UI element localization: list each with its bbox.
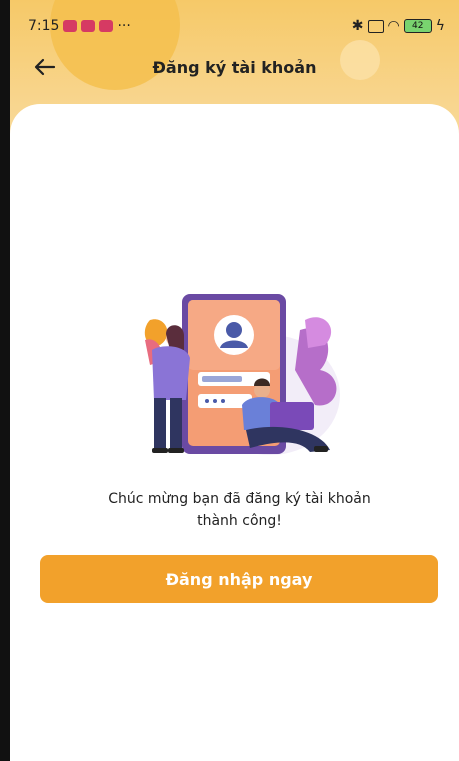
notification-icon xyxy=(63,20,78,32)
top-bar: Đăng ký tài khoản xyxy=(30,50,439,84)
battery-icon: 42 xyxy=(403,19,432,33)
page-title: Đăng ký tài khoản xyxy=(152,57,317,77)
status-bar: 7:15 ··· ✱ ◠ 42 ϟ xyxy=(28,14,445,38)
success-message-line1: Chúc mừng bạn đã đăng ký tài khoản xyxy=(108,491,371,507)
success-message: Chúc mừng bạn đã đăng ký tài khoản thành… xyxy=(90,488,389,532)
bluetooth-icon: ✱ xyxy=(351,18,364,34)
charging-icon: ϟ xyxy=(435,18,445,34)
more-notifications: ··· xyxy=(117,18,131,34)
notification-icon xyxy=(81,20,96,32)
sim-icon xyxy=(367,19,384,33)
login-now-button[interactable]: Đăng nhập ngay xyxy=(40,555,438,603)
registration-illustration xyxy=(144,294,340,455)
device-edge xyxy=(0,0,10,761)
wifi-icon: ◠ xyxy=(387,18,400,34)
app-screen: 7:15 ··· ✱ ◠ 42 ϟ Đăng ký tài khoản Chúc… xyxy=(0,0,459,761)
status-time: 7:15 xyxy=(28,18,60,34)
status-right: ✱ ◠ 42 ϟ xyxy=(352,18,445,34)
status-left: 7:15 ··· xyxy=(28,18,131,34)
success-message-line2: thành công! xyxy=(197,513,282,529)
notification-icon xyxy=(99,20,114,32)
